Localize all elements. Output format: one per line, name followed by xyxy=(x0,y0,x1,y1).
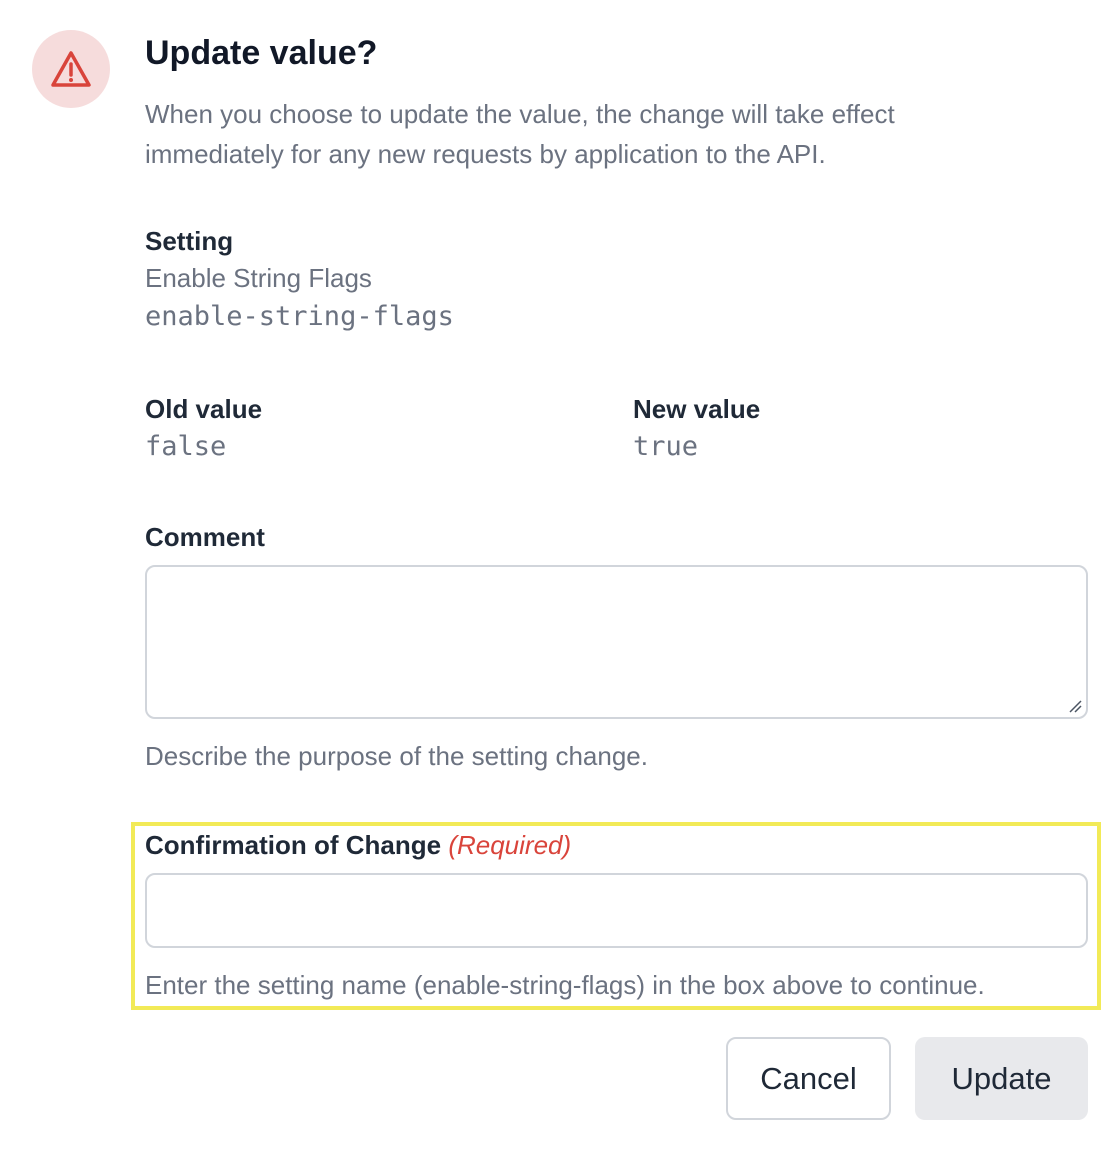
confirmation-label-text: Confirmation of Change xyxy=(145,830,442,860)
comment-textarea[interactable] xyxy=(145,565,1088,719)
comment-hint: Describe the purpose of the setting chan… xyxy=(145,741,648,771)
new-value-label: New value xyxy=(633,394,761,424)
setting-display-name: Enable String Flags xyxy=(145,263,372,293)
dialog-content: Update value? When you choose to update … xyxy=(145,30,1090,771)
dialog-description: When you choose to update the value, the… xyxy=(145,99,895,169)
update-button[interactable]: Update xyxy=(915,1037,1088,1120)
comment-section: Comment Describe the purpose of the sett… xyxy=(145,519,1088,775)
resize-handle-icon[interactable] xyxy=(1068,699,1082,713)
old-value-section: Old value false xyxy=(145,391,262,467)
cancel-button[interactable]: Cancel xyxy=(726,1037,891,1120)
old-value: false xyxy=(145,431,227,462)
warning-badge xyxy=(32,30,110,108)
new-value-section: New value true xyxy=(633,391,760,467)
new-value: true xyxy=(633,431,699,462)
comment-label: Comment xyxy=(145,522,265,552)
old-value-label: Old value xyxy=(145,394,263,424)
setting-key: enable-string-flags xyxy=(145,301,454,332)
confirmation-hint: Enter the setting name (enable-string-fl… xyxy=(145,970,985,1000)
setting-label: Setting xyxy=(145,226,234,256)
confirmation-label: Confirmation of Change (Required) xyxy=(145,827,1088,863)
dialog-title: Update value? xyxy=(145,34,378,72)
confirmation-section: Confirmation of Change (Required) Enter … xyxy=(145,827,1088,1004)
setting-section: Setting Enable String Flags enable-strin… xyxy=(145,223,454,337)
warning-triangle-icon xyxy=(51,51,91,87)
required-indicator: (Required) xyxy=(448,830,572,860)
confirmation-input[interactable] xyxy=(145,873,1088,948)
